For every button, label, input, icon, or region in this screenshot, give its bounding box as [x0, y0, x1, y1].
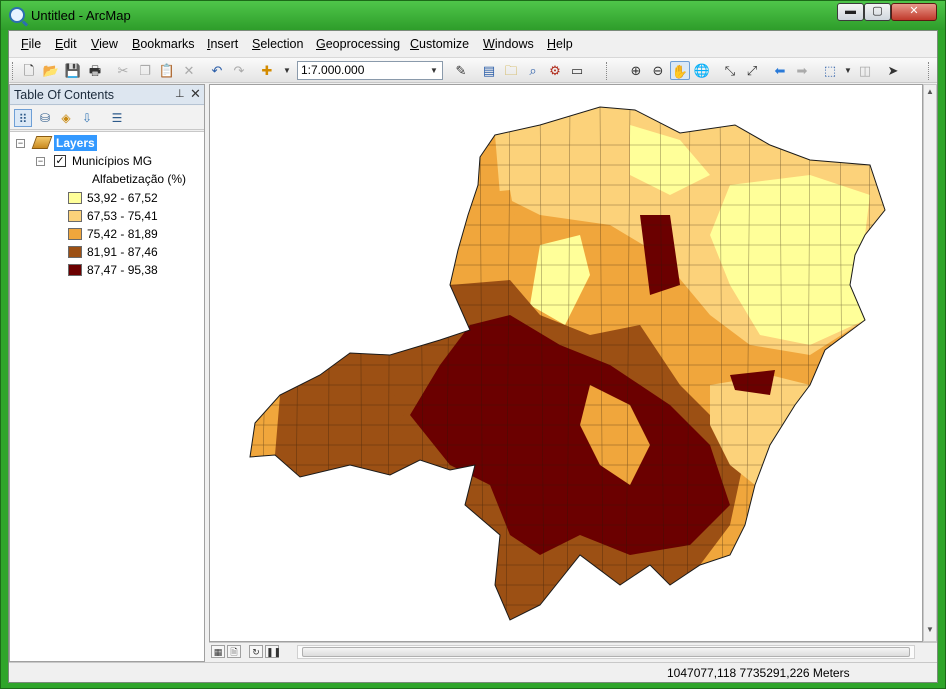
scroll-up-icon[interactable]: ▲	[926, 87, 934, 96]
menu-geoprocessing[interactable]: Geoprocessing	[316, 37, 400, 51]
menu-bar: File Edit View Bookmarks Insert Selectio…	[9, 31, 937, 57]
legend-label: 87,47 - 95,38	[87, 263, 158, 277]
layout-view-icon[interactable]: 🗎	[227, 645, 241, 658]
map-scale-value: 1:7.000.000	[301, 63, 365, 77]
toc-header: Table Of Contents ⊥ ✕	[10, 85, 204, 105]
full-extent-icon[interactable]: 🌐	[692, 61, 712, 80]
zoom-in-icon[interactable]: ⊕	[626, 61, 646, 80]
menu-bookmarks[interactable]: Bookmarks	[132, 37, 195, 51]
add-data-icon[interactable]: ✚	[257, 61, 277, 80]
toc-title: Table Of Contents	[14, 88, 115, 102]
python-icon[interactable]: ▭	[567, 61, 587, 80]
paste-icon[interactable]: 📋	[157, 61, 177, 80]
legend-swatch	[68, 210, 82, 222]
list-by-source-icon[interactable]: ⛁	[36, 109, 54, 127]
legend-label: 81,91 - 87,46	[87, 245, 158, 259]
open-icon[interactable]: 📂	[41, 61, 61, 80]
legend-swatch	[68, 246, 82, 258]
chevron-down-icon[interactable]: ▼	[427, 63, 441, 78]
options-icon[interactable]: ☰	[108, 109, 126, 127]
status-bar: 1047077,118 7735291,226 Meters	[9, 662, 937, 682]
cursor-coordinates: 1047077,118 7735291,226 Meters	[667, 666, 850, 680]
delete-icon[interactable]: ✕	[179, 61, 199, 80]
layer-visibility-checkbox[interactable]: ✓	[54, 155, 66, 167]
layers-icon	[31, 136, 53, 149]
map-display[interactable]	[209, 84, 923, 642]
standard-toolbar: 🗋 📂 💾 🖶 ✂ ❐ 📋 ✕ ↶ ↷ ✚ ▼ 1:7.000.000 ▼ ✎ …	[9, 57, 937, 83]
close-icon[interactable]: ✕	[190, 86, 201, 102]
fixed-zoom-out-icon[interactable]: ⤢	[742, 61, 762, 80]
close-button[interactable]: ✕	[891, 3, 937, 21]
zoom-out-icon[interactable]: ⊖	[648, 61, 668, 80]
select-elements-icon[interactable]: ➤	[883, 61, 903, 80]
maximize-button[interactable]: ▢	[864, 3, 891, 21]
data-view-icon[interactable]: ▦	[211, 645, 225, 658]
toolbar-grip[interactable]	[928, 62, 931, 80]
collapse-layer-icon[interactable]: −	[36, 157, 45, 166]
menu-windows[interactable]: Windows	[483, 37, 534, 51]
menu-file[interactable]: File	[21, 37, 41, 51]
data-frame-layers[interactable]: Layers	[54, 135, 97, 151]
catalog-icon[interactable]: 🗀	[501, 61, 521, 80]
forward-icon[interactable]: ➡	[792, 61, 812, 80]
new-icon[interactable]: 🗋	[19, 61, 39, 80]
table-icon[interactable]: ▤	[479, 61, 499, 80]
minimize-button[interactable]: ▬	[837, 3, 864, 21]
legend-label: 67,53 - 75,41	[87, 209, 158, 223]
table-of-contents: Table Of Contents ⊥ ✕ ⠿ ⛁ ◈ ⇩ ☰ − Layers…	[9, 84, 205, 662]
toc-tree: − Layers − ✓ Municípios MG Alfabetização…	[10, 131, 204, 661]
title-bar: Untitled - ArcMap ▬ ▢ ✕	[1, 1, 945, 30]
list-by-selection-icon[interactable]: ⇩	[78, 109, 96, 127]
window-title: Untitled - ArcMap	[31, 8, 131, 23]
menu-selection[interactable]: Selection	[252, 37, 303, 51]
undo-icon[interactable]: ↶	[207, 61, 227, 80]
legend-field-name: Alfabetização (%)	[92, 172, 187, 186]
back-icon[interactable]: ⬅	[770, 61, 790, 80]
toolbar-grip[interactable]	[12, 62, 15, 80]
map-bottom-bar: ▦ 🗎 ↻ ❚❚	[209, 642, 937, 660]
scroll-down-icon[interactable]: ▼	[926, 625, 934, 634]
map-scale-combobox[interactable]: 1:7.000.000 ▼	[297, 61, 443, 80]
layer-name[interactable]: Municípios MG	[72, 154, 152, 168]
collapse-layers-icon[interactable]: −	[16, 139, 25, 148]
toolbar-grip[interactable]	[606, 62, 609, 80]
refresh-icon[interactable]: ↻	[249, 645, 263, 658]
map-features	[250, 107, 885, 620]
choropleth-map[interactable]	[210, 85, 923, 642]
model-icon[interactable]: ⚙	[545, 61, 565, 80]
menu-help[interactable]: Help	[547, 37, 573, 51]
clear-selection-icon[interactable]: ◫	[855, 61, 875, 80]
menu-insert[interactable]: Insert	[207, 37, 238, 51]
list-by-drawing-order-icon[interactable]: ⠿	[14, 109, 32, 127]
select-features-icon[interactable]: ⬚	[820, 61, 840, 80]
legend-swatch	[68, 228, 82, 240]
redo-icon[interactable]: ↷	[229, 61, 249, 80]
pan-icon[interactable]: ✋	[670, 61, 690, 80]
add-data-dropdown-icon[interactable]: ▼	[277, 61, 297, 80]
horizontal-scrollbar[interactable]	[297, 645, 915, 659]
menu-customize[interactable]: Customize	[410, 37, 469, 51]
copy-icon[interactable]: ❐	[135, 61, 155, 80]
print-icon[interactable]: 🖶	[85, 61, 105, 80]
horizontal-scroll-thumb[interactable]	[302, 647, 910, 657]
arcmap-logo-icon	[9, 7, 25, 23]
toc-toolbar: ⠿ ⛁ ◈ ⇩ ☰	[10, 106, 204, 130]
menu-edit[interactable]: Edit	[55, 37, 77, 51]
pin-icon[interactable]: ⊥	[175, 87, 185, 100]
legend-label: 75,42 - 81,89	[87, 227, 158, 241]
legend-swatch	[68, 192, 82, 204]
arcmap-window: Untitled - ArcMap ▬ ▢ ✕ File Edit View B…	[0, 0, 946, 689]
menu-view[interactable]: View	[91, 37, 118, 51]
list-by-visibility-icon[interactable]: ◈	[57, 109, 75, 127]
fixed-zoom-in-icon[interactable]: ⤡	[720, 61, 740, 80]
cut-icon[interactable]: ✂	[113, 61, 133, 80]
app-client-area: File Edit View Bookmarks Insert Selectio…	[8, 30, 938, 683]
legend-swatch	[68, 264, 82, 276]
editor-icon[interactable]: ✎	[451, 61, 471, 80]
save-icon[interactable]: 💾	[63, 61, 83, 80]
search-icon[interactable]: ⌕	[523, 61, 543, 80]
legend-label: 53,92 - 67,52	[87, 191, 158, 205]
pause-drawing-icon[interactable]: ❚❚	[265, 645, 281, 658]
vertical-scrollbar[interactable]: ▲ ▼	[923, 84, 937, 642]
